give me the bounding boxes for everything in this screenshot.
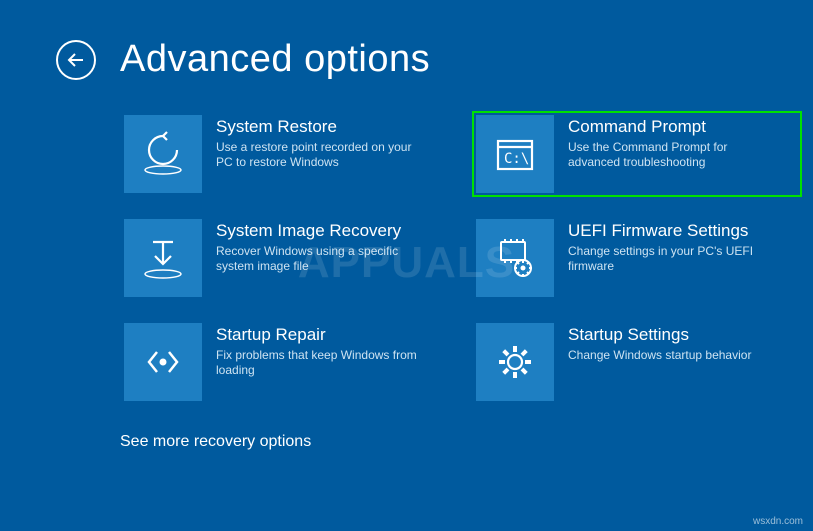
uefi-icon [476,219,554,297]
tile-text: Command Prompt Use the Command Prompt fo… [554,115,778,171]
gear-icon [476,323,554,401]
source-label: wsxdn.com [753,516,803,527]
tile-uefi-firmware[interactable]: UEFI Firmware Settings Change settings i… [472,215,802,301]
tile-title: Startup Repair [216,325,426,345]
tile-desc: Fix problems that keep Windows from load… [216,348,426,379]
page-title: Advanced options [120,38,430,81]
tile-system-restore[interactable]: System Restore Use a restore point recor… [120,111,450,197]
tile-system-image-recovery[interactable]: System Image Recovery Recover Windows us… [120,215,450,301]
options-grid: System Restore Use a restore point recor… [120,111,813,405]
tile-text: Startup Repair Fix problems that keep Wi… [202,323,426,379]
image-recovery-icon [124,219,202,297]
tile-text: System Restore Use a restore point recor… [202,115,426,171]
tile-title: Command Prompt [568,117,778,137]
back-button[interactable] [56,40,96,80]
command-prompt-icon: C:\ [476,115,554,193]
see-more-link[interactable]: See more recovery options [120,433,813,451]
tile-text: Startup Settings Change Windows startup … [554,323,751,363]
tile-title: UEFI Firmware Settings [568,221,778,241]
restore-icon [124,115,202,193]
tile-desc: Recover Windows using a specific system … [216,244,426,275]
tile-startup-repair[interactable]: Startup Repair Fix problems that keep Wi… [120,319,450,405]
tile-desc: Change Windows startup behavior [568,348,751,364]
tile-desc: Change settings in your PC's UEFI firmwa… [568,244,778,275]
tile-command-prompt[interactable]: C:\ Command Prompt Use the Command Promp… [472,111,802,197]
tile-desc: Use the Command Prompt for advanced trou… [568,140,778,171]
svg-text:C:\: C:\ [504,151,529,167]
back-arrow-icon [66,50,86,70]
tile-startup-settings[interactable]: Startup Settings Change Windows startup … [472,319,802,405]
tile-text: UEFI Firmware Settings Change settings i… [554,219,778,275]
tile-title: System Restore [216,117,426,137]
header: Advanced options [0,0,813,81]
startup-repair-icon [124,323,202,401]
tile-title: System Image Recovery [216,221,426,241]
tile-text: System Image Recovery Recover Windows us… [202,219,426,275]
tile-desc: Use a restore point recorded on your PC … [216,140,426,171]
tile-title: Startup Settings [568,325,751,345]
